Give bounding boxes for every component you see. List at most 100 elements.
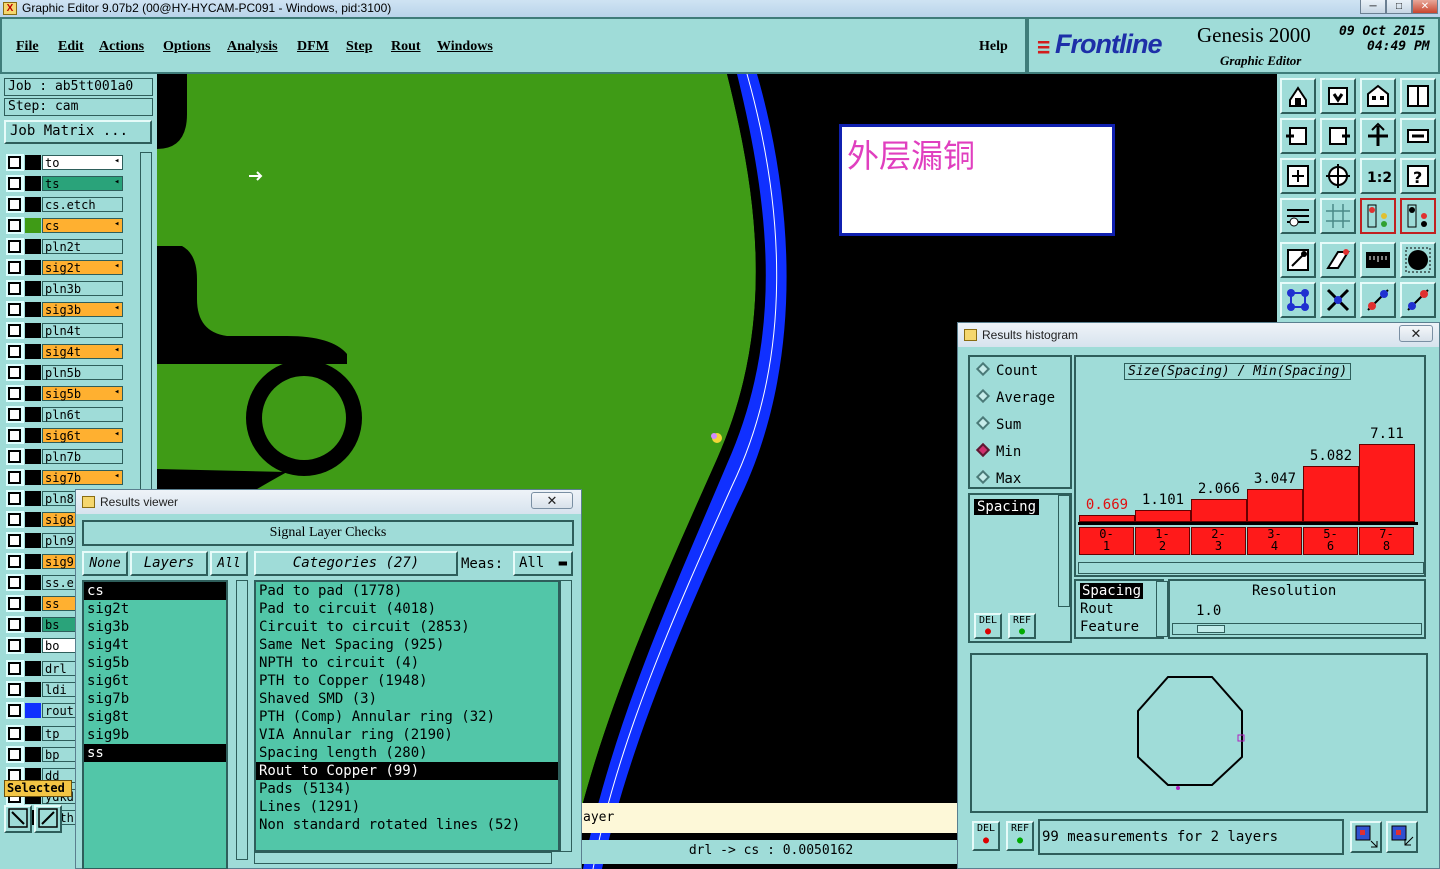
menu-step[interactable]: Step	[346, 39, 372, 55]
menu-edit[interactable]: Edit	[58, 39, 84, 55]
results-layer-list[interactable]: cs sig2t sig3b sig4t sig5b sig6t sig7b sig8t sig…	[82, 580, 228, 869]
layer-checkbox[interactable]	[6, 637, 24, 654]
layer-row-pln3b[interactable]: pln3b	[6, 280, 124, 297]
layer-checkbox[interactable]	[6, 343, 24, 360]
layers-button[interactable]: Layers	[130, 551, 208, 576]
layers-all-button[interactable]: All	[210, 551, 248, 576]
result-category-item[interactable]: Spacing length (280)	[256, 744, 558, 762]
mode-radio-min[interactable]: Min	[975, 442, 1021, 460]
histogram-bin[interactable]: 2- 3	[1191, 527, 1246, 555]
zoom-out-icon[interactable]	[1280, 118, 1316, 154]
histogram-bar[interactable]	[1079, 514, 1135, 522]
layer-row-pln4t[interactable]: pln4t	[6, 322, 124, 339]
layer-name[interactable]: pln7b	[42, 449, 123, 464]
histogram-bar[interactable]	[1135, 509, 1191, 522]
ruler-icon[interactable]	[1360, 242, 1396, 278]
select-tool-icon[interactable]	[4, 805, 32, 833]
menu-help[interactable]: Help	[979, 39, 1008, 55]
menu-file[interactable]: File	[16, 39, 39, 55]
histogram-hscrollbar[interactable]	[1078, 562, 1424, 574]
menu-dfm[interactable]: DFM	[297, 39, 329, 55]
layer-checkbox[interactable]	[6, 511, 24, 528]
target-icon[interactable]	[1400, 242, 1436, 278]
layer-name[interactable]: pln6t	[42, 407, 123, 422]
resolution-slider-handle[interactable]	[1197, 625, 1225, 633]
layer-checkbox[interactable]	[6, 469, 24, 486]
histogram-bar[interactable]	[1303, 466, 1359, 522]
pan-icon[interactable]	[1400, 118, 1436, 154]
histogram-bin[interactable]: 3- 4	[1247, 527, 1302, 555]
histogram-bin[interactable]: 0- 1	[1079, 527, 1134, 555]
layer-row-pln5b[interactable]: pln5b	[6, 364, 124, 381]
result-category-item[interactable]: Lines (1291)	[256, 798, 558, 816]
layer-name[interactable]: to	[42, 155, 123, 170]
result-category-item[interactable]: Circuit to circuit (2853)	[256, 618, 558, 636]
layer-checkbox[interactable]	[6, 175, 24, 192]
results-category-scrollbar[interactable]	[560, 580, 572, 852]
layer-row-pln7b[interactable]: pln7b	[6, 448, 124, 465]
layer-row-sig7b[interactable]: sig7b ◂	[6, 469, 124, 486]
layer-checkbox[interactable]	[6, 217, 24, 234]
result-layer-item[interactable]: sig6t	[84, 672, 226, 690]
home-icon[interactable]	[1280, 78, 1316, 114]
histogram-bin[interactable]: 7- 8	[1359, 527, 1414, 555]
layer-row-sig3b[interactable]: sig3b ◂	[6, 301, 124, 318]
attr-item-rout[interactable]: Rout	[1080, 601, 1114, 617]
layer-checkbox[interactable]	[6, 301, 24, 318]
result-category-item[interactable]: Pad to pad (1778)	[256, 582, 558, 600]
layers-none-button[interactable]: None	[82, 551, 128, 576]
menu-windows[interactable]: Windows	[437, 39, 493, 55]
layer-checkbox[interactable]	[6, 660, 24, 677]
result-layer-item[interactable]: sig4t	[84, 636, 226, 654]
layer-checkbox[interactable]	[6, 280, 24, 297]
building-icon[interactable]	[1360, 78, 1396, 114]
layer-name[interactable]: sig3b	[42, 302, 123, 317]
layer-name[interactable]: sig2t	[42, 260, 123, 275]
result-layer-item[interactable]: sig7b	[84, 690, 226, 708]
result-layer-item[interactable]: sig8t	[84, 708, 226, 726]
categories-button[interactable]: Categories (27)	[254, 551, 458, 576]
layer-row-sig4t[interactable]: sig4t ◂	[6, 343, 124, 360]
layer-name[interactable]: cs.etch	[42, 197, 123, 212]
layer-name[interactable]: cs	[42, 218, 123, 233]
one-to-one-icon[interactable]: 1:2	[1360, 158, 1396, 194]
footer-del-button[interactable]: DEL ●	[972, 821, 1000, 851]
layer-row-to[interactable]: to ◂	[6, 154, 124, 171]
net-icon[interactable]	[1280, 282, 1316, 318]
ref-button[interactable]: REF ●	[1008, 613, 1036, 639]
line-icon[interactable]	[1400, 282, 1436, 318]
grid-icon[interactable]	[1320, 198, 1356, 234]
result-category-item[interactable]: NPTH to circuit (4)	[256, 654, 558, 672]
results-layer-scrollbar[interactable]	[236, 580, 248, 860]
histogram-close-button[interactable]: ✕	[1399, 325, 1433, 342]
layer-checkbox[interactable]	[6, 681, 24, 698]
meas-dropdown[interactable]: All ▬	[513, 551, 573, 576]
layer-name[interactable]: pln3b	[42, 281, 123, 296]
results-viewer-close-button[interactable]: ✕	[531, 492, 573, 509]
del-button[interactable]: DEL ●	[974, 613, 1002, 639]
results-category-list[interactable]: Pad to pad (1778) Pad to circuit (4018) Ci…	[254, 580, 560, 852]
result-category-item[interactable]: VIA Annular ring (2190)	[256, 726, 558, 744]
result-category-item[interactable]: Pads (5134)	[256, 780, 558, 798]
layer-checkbox[interactable]	[6, 385, 24, 402]
layers-active-icon[interactable]	[1400, 198, 1436, 234]
layer-row-ts[interactable]: ts ◂	[6, 175, 124, 192]
attr-list-scrollbar[interactable]	[1058, 495, 1070, 607]
layer-checkbox[interactable]	[6, 490, 24, 507]
layer-name[interactable]: pln5b	[42, 365, 123, 380]
layer-checkbox[interactable]	[6, 448, 24, 465]
layer-checkbox[interactable]	[6, 154, 24, 171]
histogram-bar[interactable]	[1191, 499, 1247, 522]
layer-checkbox[interactable]	[6, 238, 24, 255]
layer-checkbox[interactable]	[6, 532, 24, 549]
result-category-item[interactable]: Non standard rotated lines (52)	[256, 816, 558, 834]
menu-analysis[interactable]: Analysis	[227, 39, 278, 55]
histogram-bar[interactable]	[1359, 444, 1415, 522]
layer-row-pln6t[interactable]: pln6t	[6, 406, 124, 423]
result-category-item[interactable]: PTH to Copper (1948)	[256, 672, 558, 690]
layer-checkbox[interactable]	[6, 259, 24, 276]
layer-checkbox[interactable]	[6, 616, 24, 633]
result-category-item[interactable]: Same Net Spacing (925)	[256, 636, 558, 654]
menu-options[interactable]: Options	[163, 39, 210, 55]
layer-row-cs[interactable]: cs ◂	[6, 217, 124, 234]
